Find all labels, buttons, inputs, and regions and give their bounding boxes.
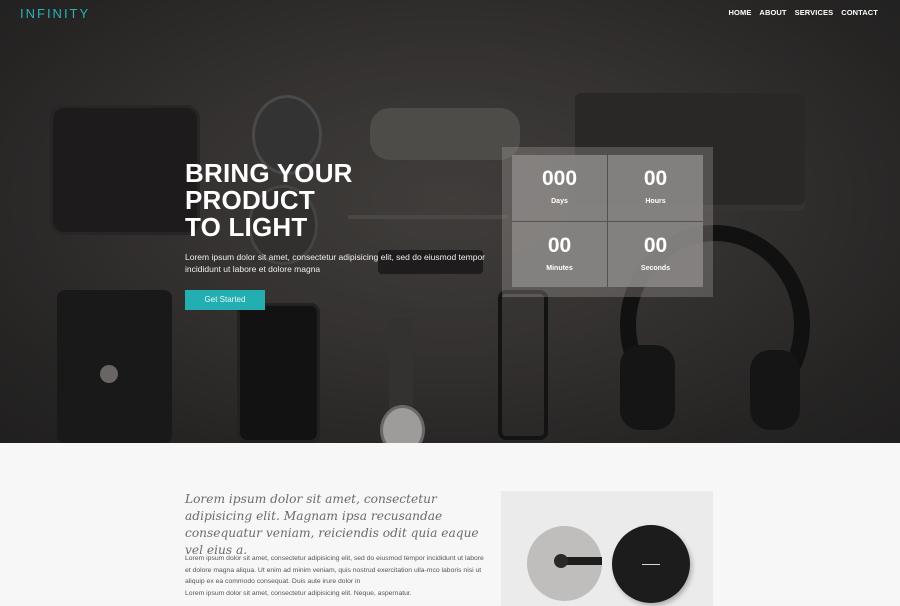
nav-item-home[interactable]: HOME (729, 8, 752, 17)
logo[interactable]: INFINITY (20, 6, 90, 21)
hero-title-line2: TO LIGHT (185, 212, 308, 242)
countdown-grid: 000 Days 00 Hours 00 Minutes 00 Seconds (512, 155, 703, 287)
about-body-line: Lorem ipsum dolor sit amet, consectetur … (185, 589, 412, 597)
nav-item-about[interactable]: ABOUT (759, 8, 786, 17)
hero-text: BRING YOUR PRODUCT TO LIGHT Lorem ipsum … (185, 160, 485, 310)
speaker-knob (554, 554, 568, 568)
about-body-paragraph: Lorem ipsum dolor sit amet, consectetur … (185, 555, 484, 585)
countdown-hours: 00 Hours (608, 155, 703, 221)
speaker-back-image (527, 526, 602, 601)
hero-title-line1: BRING YOUR PRODUCT (185, 158, 353, 215)
nav-item-services[interactable]: SERVICES (795, 8, 834, 17)
about-quote: Lorem ipsum dolor sit amet, consectetur … (185, 492, 479, 557)
top-nav: INFINITY HOME ABOUT SERVICES CONTACT (0, 0, 900, 26)
hours-value: 00 (643, 167, 668, 190)
speaker-front-image (612, 525, 690, 603)
countdown-days: 000 Days (512, 155, 607, 221)
hours-label: Hours (645, 198, 666, 205)
get-started-button[interactable]: Get Started (185, 290, 265, 310)
countdown-panel: 000 Days 00 Hours 00 Minutes 00 Seconds (502, 147, 713, 297)
minutes-label: Minutes (546, 264, 573, 272)
seconds-label: Seconds (640, 264, 671, 272)
minutes-value: 00 (547, 233, 572, 257)
seconds-value: 00 (643, 233, 668, 257)
days-label: Days (551, 198, 568, 205)
hero-section: INFINITY HOME ABOUT SERVICES CONTACT BRI… (0, 0, 900, 443)
countdown-seconds: 00 Seconds (608, 221, 703, 287)
product-image (501, 491, 713, 606)
countdown-minutes: 00 Minutes (512, 221, 607, 287)
nav-menu: HOME ABOUT SERVICES CONTACT (729, 8, 878, 17)
speaker-brand-mark (642, 564, 660, 565)
hero-title: BRING YOUR PRODUCT TO LIGHT (185, 160, 485, 241)
about-body: Lorem ipsum dolor sit amet, consectetur … (185, 553, 490, 599)
nav-item-contact[interactable]: CONTACT (841, 8, 878, 17)
hero-subtitle: Lorem ipsum dolor sit amet, consectetur … (185, 252, 486, 274)
days-value: 000 (541, 167, 578, 190)
speaker-strap (565, 557, 602, 565)
about-section: Lorem ipsum dolor sit amet, consectetur … (0, 443, 900, 606)
